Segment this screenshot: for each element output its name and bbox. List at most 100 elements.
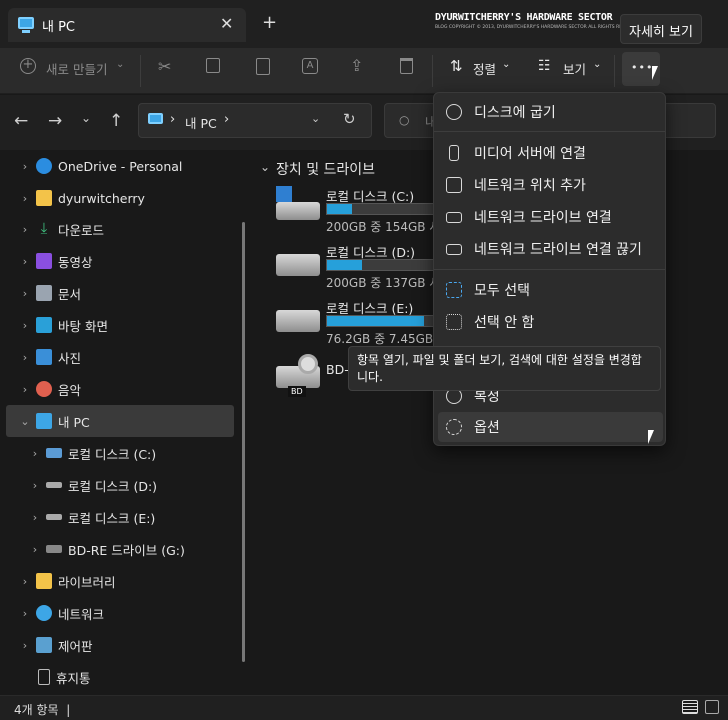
view-icon: ☷ [538, 58, 551, 74]
gear-icon [446, 419, 462, 435]
sidebar-item-network[interactable]: › 네트워크 [0, 597, 234, 629]
select-none-icon [446, 314, 462, 330]
refresh-icon[interactable]: ↻ [343, 110, 356, 128]
search-icon: ○ [399, 113, 410, 127]
control-panel-icon [36, 637, 52, 653]
drive-capacity-text: 200GB 중 137GB 사 [326, 276, 441, 290]
sidebar-item-documents[interactable]: › 문서 [0, 277, 234, 309]
details-tooltip: 자세히 보기 [620, 14, 702, 44]
sidebar-item-desktop[interactable]: › 바탕 화면 [0, 309, 234, 341]
rename-icon[interactable]: A [302, 58, 318, 74]
command-bar: + 새로 만들기 ⌄ ✂ A ⇪ ⇅ 정렬 ⌄ ☷ 보기 ⌄ ••• [0, 48, 728, 94]
tab-title: 내 PC [42, 20, 76, 35]
chevron-down-icon: ⌄ [502, 59, 511, 70]
menu-item-select-all[interactable]: 모두 선택 [438, 275, 663, 305]
menu-item-map-network-drive[interactable]: 네트워크 드라이브 연결 [438, 202, 663, 232]
sidebar-item-control-panel[interactable]: › 제어판 [0, 629, 234, 661]
chevron-down-icon: ⌄ [593, 59, 602, 70]
sidebar-item-drive-d[interactable]: › 로컬 디스크 (D:) [0, 469, 234, 501]
drive-usage-bar [326, 315, 436, 327]
video-icon [36, 253, 52, 269]
recent-chevron-icon[interactable]: ⌄ [81, 111, 91, 125]
sidebar-item-drive-e[interactable]: › 로컬 디스크 (E:) [0, 501, 234, 533]
download-icon: ⤓ [40, 219, 48, 237]
tab-my-pc[interactable]: 내 PC ✕ [8, 8, 246, 42]
sidebar-item-drive-g[interactable]: › BD-RE 드라이브 (G:) [0, 533, 234, 565]
sidebar-item-recycle-bin[interactable]: 휴지통 [0, 661, 234, 693]
sort-icon: ⇅ [450, 57, 463, 75]
title-bar: 내 PC ✕ + DYURWITCHERRY'S HARDWARE SECTOR… [0, 0, 728, 48]
sidebar-item-drive-c[interactable]: › 로컬 디스크 (C:) [0, 437, 234, 469]
forward-arrow-icon[interactable]: → [48, 111, 62, 131]
drive-icon [46, 514, 62, 520]
section-title: 장치 및 드라이브 [276, 162, 376, 178]
folder-icon [36, 190, 52, 206]
breadcrumb-separator: › [170, 112, 176, 127]
document-icon [36, 285, 52, 301]
sort-button[interactable]: 정렬 [473, 59, 496, 78]
new-button[interactable]: 새로 만들기 [46, 59, 107, 78]
mouse-cursor-icon [652, 66, 658, 80]
status-bar: 4개 항목 | [0, 695, 728, 720]
network-icon [36, 605, 52, 621]
hard-drive-icon [276, 202, 320, 220]
sidebar-item-my-pc[interactable]: ⌄ 내 PC [6, 405, 234, 437]
sidebar-item-videos[interactable]: › 동영상 [0, 245, 234, 277]
drive-capacity-text: 200GB 중 154GB 사 [326, 220, 441, 234]
watermark-subtitle: BLOG COPYRIGHT © 2013, DYURWITCHERRY'S H… [435, 25, 642, 30]
picture-icon [36, 349, 52, 365]
back-arrow-icon[interactable]: ← [14, 111, 28, 131]
cut-icon[interactable]: ✂ [158, 57, 171, 76]
address-dropdown-icon[interactable]: ⌄ [311, 112, 320, 125]
desktop-icon [36, 317, 52, 333]
menu-item-options[interactable]: 옵션 [438, 412, 663, 442]
disc-icon [446, 104, 462, 120]
more-dots-icon: ••• [631, 61, 654, 74]
sidebar-item-pictures[interactable]: › 사진 [0, 341, 234, 373]
delete-icon[interactable] [400, 58, 413, 74]
sidebar-item-music[interactable]: › 음악 [0, 373, 234, 405]
details-view-icon[interactable] [682, 700, 698, 714]
disc-icon [298, 354, 318, 374]
new-tab-button[interactable]: + [262, 12, 277, 33]
music-icon [36, 381, 52, 397]
monitor-icon [18, 17, 34, 29]
menu-item-add-network-location[interactable]: 네트워크 위치 추가 [438, 170, 663, 200]
monitor-icon [148, 113, 163, 124]
collapse-chevron-icon[interactable]: ⌄ [260, 160, 270, 174]
menu-item-burn[interactable]: 디스크에 굽기 [438, 97, 663, 127]
more-options-menu: 디스크에 굽기 미디어 서버에 연결 네트워크 위치 추가 네트워크 드라이브 … [433, 92, 666, 446]
hard-drive-icon [276, 254, 320, 276]
navigation-pane: › OneDrive - Personal › dyurwitcherry › ⤓ 다운… [0, 150, 250, 695]
drive-icon [46, 482, 62, 488]
media-server-icon [449, 145, 459, 161]
sidebar-item-onedrive[interactable]: › OneDrive - Personal [0, 150, 234, 182]
chevron-down-icon: ⌄ [116, 59, 125, 70]
sidebar-item-downloads[interactable]: › ⤓ 다운로드 [0, 213, 234, 245]
network-location-icon [446, 177, 462, 193]
recycle-bin-icon [38, 669, 50, 685]
share-icon[interactable]: ⇪ [350, 56, 363, 75]
menu-item-disconnect-network-drive[interactable]: 네트워크 드라이브 연결 끊기 [438, 234, 663, 264]
tab-close-button[interactable]: ✕ [220, 14, 233, 33]
cloud-icon [36, 158, 52, 174]
address-bar[interactable]: › 내 PC › ⌄ ↻ [138, 103, 372, 138]
sidebar-item-user-folder[interactable]: › dyurwitcherry [0, 182, 234, 214]
copy-icon[interactable] [206, 58, 220, 73]
menu-item-media-server[interactable]: 미디어 서버에 연결 [438, 138, 663, 168]
tiles-view-icon[interactable] [705, 700, 719, 714]
drive-usage-bar [326, 259, 436, 271]
sidebar-item-libraries[interactable]: › 라이브러리 [0, 565, 234, 597]
view-button[interactable]: 보기 [563, 59, 586, 78]
sidebar-scrollbar[interactable] [242, 222, 245, 662]
up-arrow-icon[interactable]: ↑ [109, 111, 123, 131]
select-all-icon [446, 282, 462, 298]
windows-drive-icon [46, 448, 62, 458]
hard-drive-icon [276, 310, 320, 332]
optical-drive-icon [46, 545, 62, 553]
breadcrumb-my-pc[interactable]: 내 PC [185, 113, 217, 132]
paste-icon[interactable] [256, 58, 270, 75]
drive-capacity-text: 76.2GB 중 7.45GB 사 [326, 332, 449, 346]
menu-item-select-none[interactable]: 선택 안 함 [438, 307, 663, 337]
mouse-cursor-icon [648, 430, 654, 444]
